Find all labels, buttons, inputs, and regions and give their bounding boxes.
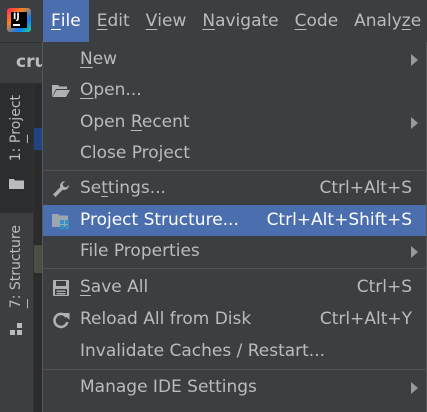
wrench-icon [53,181,69,197]
menu-item-label: Save All [80,277,149,297]
intellij-logo-icon: IJ [0,0,38,42]
menu-edit[interactable]: Edit [89,0,138,42]
menu-navigate[interactable]: Navigate [194,0,286,42]
menu-item-label: Manage IDE Settings [80,377,257,397]
menu-item-shortcut: Ctrl+Alt+Y [319,309,412,329]
menu-item-close-project[interactable]: Close Project [43,138,426,169]
menu-item-label: Open... [80,80,142,100]
menu-item-label: Invalidate Caches / Restart... [80,341,326,361]
folder-open-icon [52,85,70,97]
menu-item-label: New [80,49,118,69]
menu-item-reload-all[interactable]: Reload All from Disk Ctrl+Alt+Y [43,304,426,335]
menu-item-label: File Properties [80,241,200,261]
menu-separator [43,369,426,370]
folder-icon [9,179,24,189]
menu-file[interactable]: File [43,0,89,42]
menu-item-new[interactable]: New [43,44,426,75]
menu-item-project-structure[interactable]: Project Structure... Ctrl+Alt+Shift+S [43,205,426,236]
menu-item-shortcut: Ctrl+Alt+Shift+S [266,210,412,230]
editor-selection-highlight [33,128,42,150]
project-tool-window-button[interactable]: 1: Project [0,83,33,213]
menu-item-open-recent[interactable]: Open Recent [43,107,426,138]
main-menu-bar: IJ File Edit View Navigate Code Analy z e [0,0,427,43]
menu-item-shortcut: Ctrl+S [356,277,412,297]
menu-item-label: Close Project [80,143,190,163]
menu-item-label: Settings... [80,178,166,198]
menu-view[interactable]: View [138,0,195,42]
menu-item-invalidate-caches[interactable]: Invalidate Caches / Restart... [43,336,426,367]
editor-line-highlight [33,245,42,273]
menu-item-manage-ide-settings[interactable]: Manage IDE Settings [43,372,426,403]
file-menu-dropdown: New Open... Open Recent Close Project Se… [42,42,427,412]
reload-icon [53,312,70,329]
submenu-arrow-icon [411,382,418,394]
menu-item-label: Project Structure... [80,210,239,230]
menu-separator [43,268,426,269]
left-tool-strip: 1: Project 7: Structure [0,83,34,412]
submenu-arrow-icon [411,117,418,129]
menu-analyze[interactable]: Analy z e [346,0,427,42]
menu-item-label: Open Recent [80,112,190,132]
structure-tool-label: 7: Structure [8,225,24,309]
menu-item-open[interactable]: Open... [43,75,426,106]
menu-item-save-all[interactable]: Save All Ctrl+S [43,272,426,303]
project-structure-icon [52,214,69,229]
menu-item-label: Reload All from Disk [80,309,252,329]
submenu-arrow-icon [411,246,418,258]
project-tool-label: 1: Project [8,95,24,162]
structure-tool-window-button[interactable]: 7: Structure [0,223,33,343]
menu-item-file-properties[interactable]: File Properties [43,236,426,267]
menu-item-shortcut: Ctrl+Alt+S [319,178,412,198]
ide-window: cru 1: Project 7: Structure IJ File Edit… [0,0,427,412]
menu-code[interactable]: Code [287,0,347,42]
submenu-arrow-icon [411,54,418,66]
menu-item-settings[interactable]: Settings... Ctrl+Alt+S [43,173,426,204]
menu-separator [43,170,426,171]
floppy-disk-icon [53,280,69,296]
structure-icon [10,323,22,335]
